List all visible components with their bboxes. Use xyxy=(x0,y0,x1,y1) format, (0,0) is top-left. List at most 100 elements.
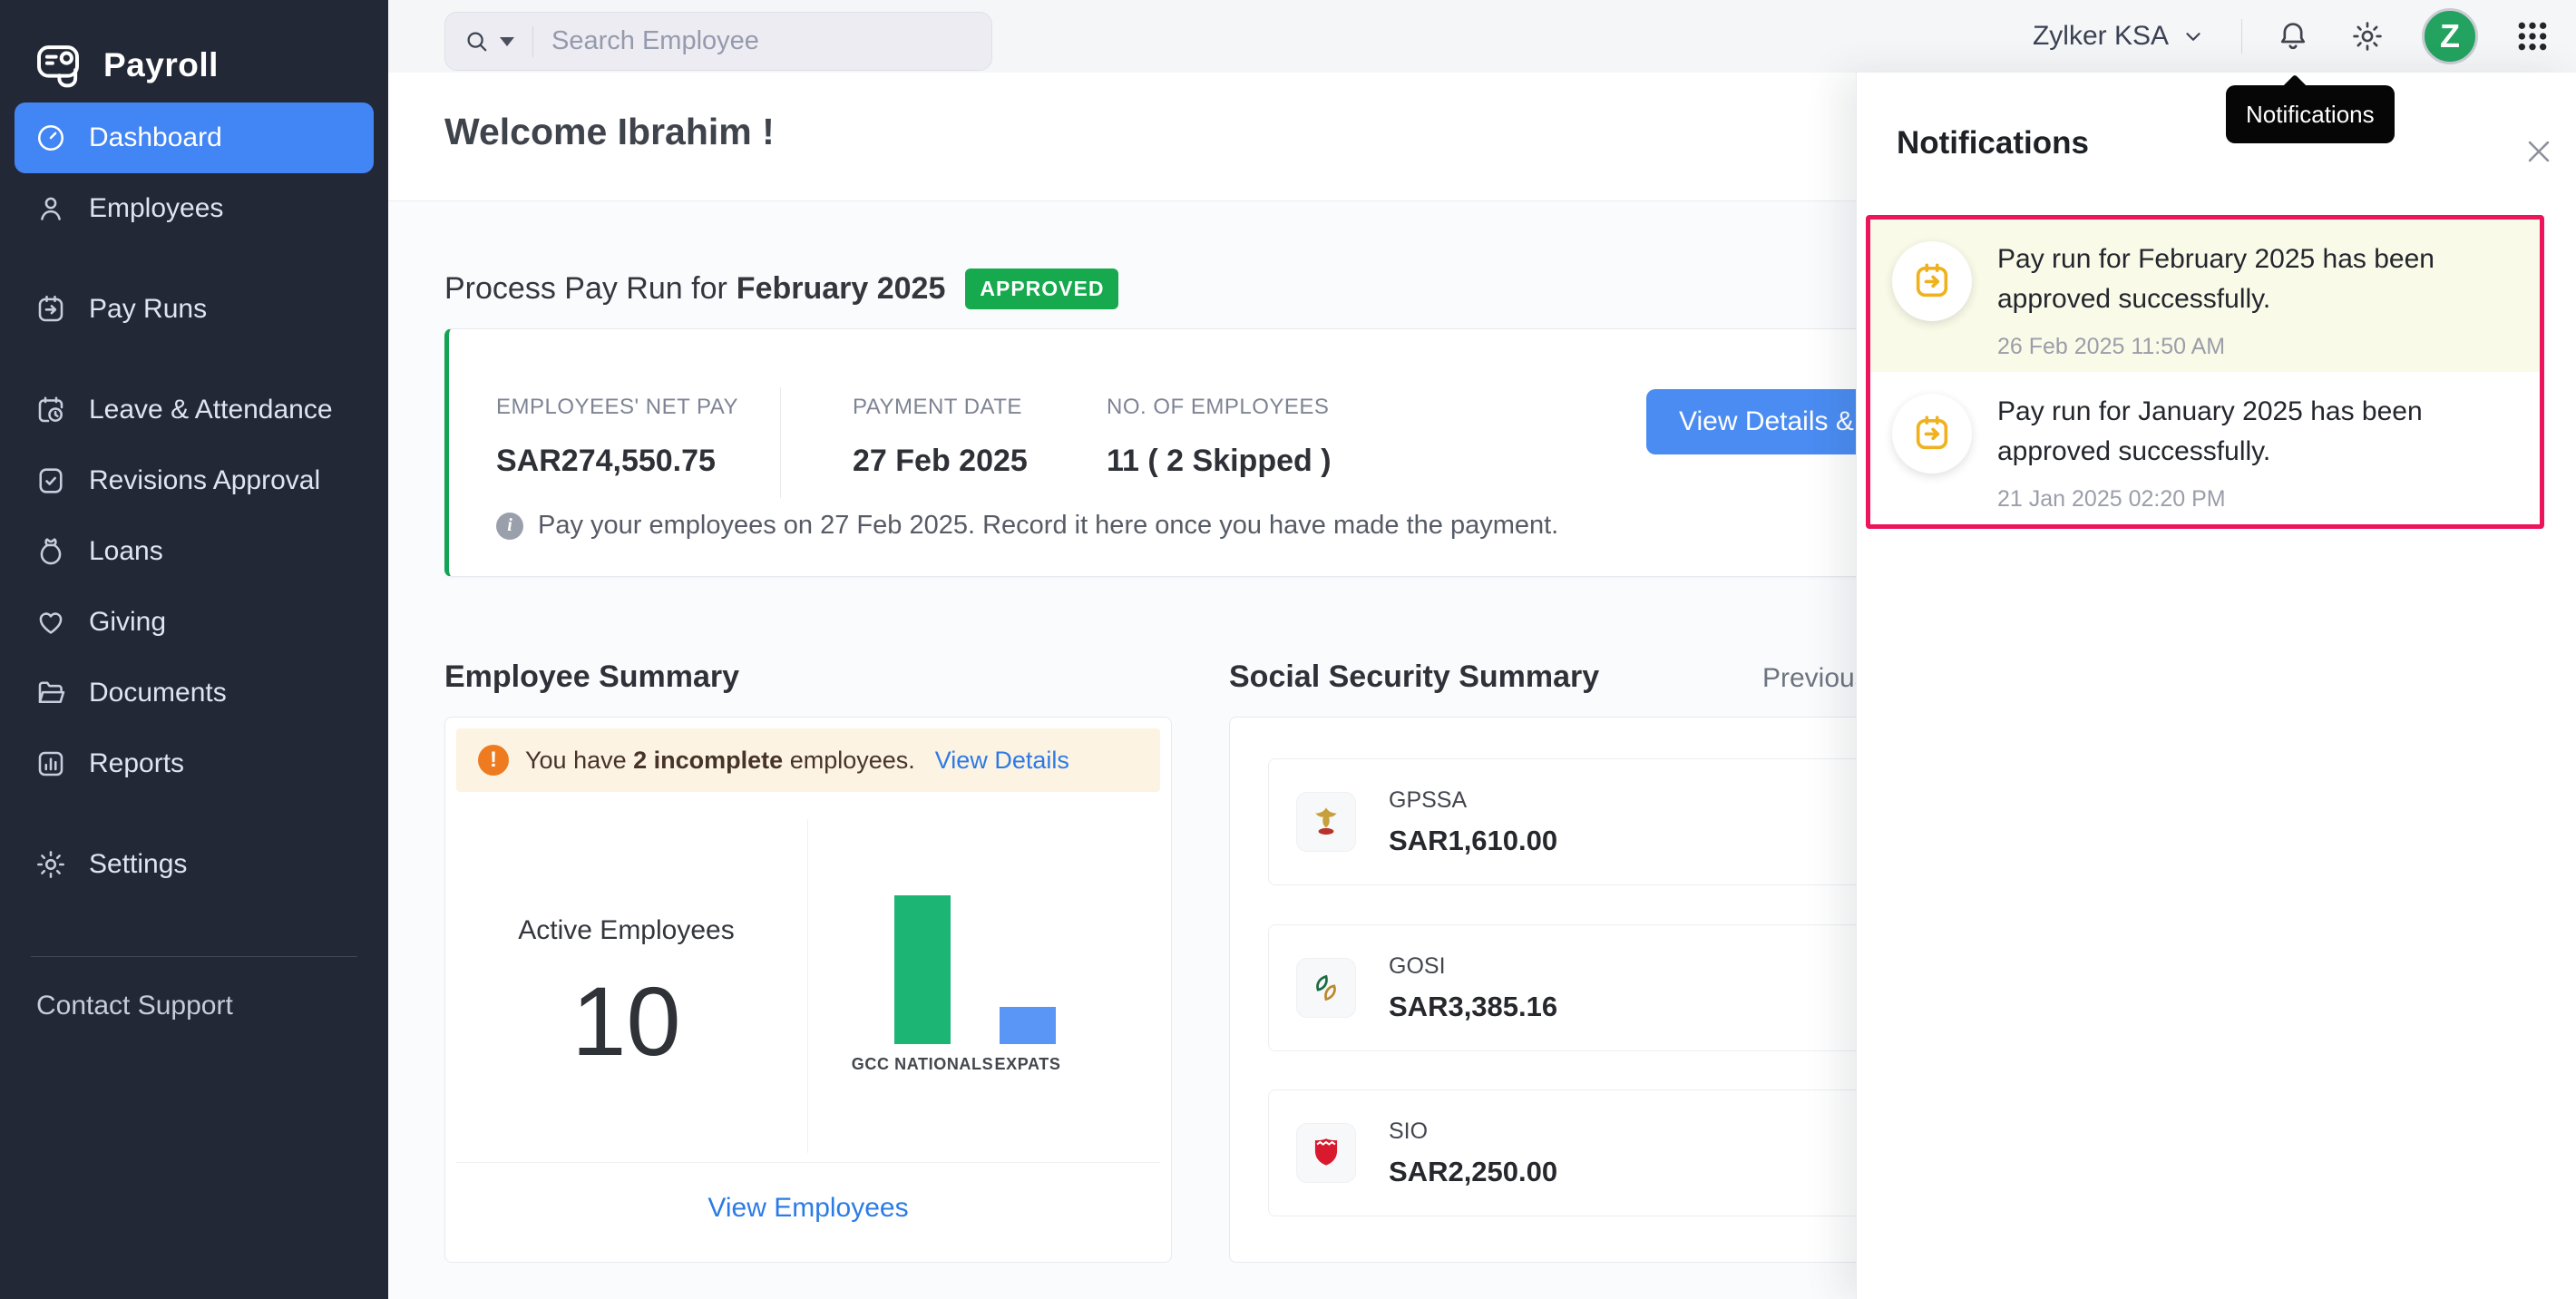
settings-button[interactable] xyxy=(2347,16,2387,56)
chevron-down-icon xyxy=(2186,33,2200,41)
summary-divider xyxy=(807,819,808,1153)
sidebar: Payroll Dashboard Employees Pay Runs Lea… xyxy=(0,0,388,1299)
search-scope-caret-icon[interactable] xyxy=(500,36,514,46)
sidebar-item-label: Revisions Approval xyxy=(89,465,321,495)
page-title: Welcome Ibrahim ! xyxy=(444,111,775,152)
tooltip-text: Notifications xyxy=(2246,101,2375,128)
topbar-divider xyxy=(2241,19,2242,54)
view-details-link[interactable]: View Details xyxy=(935,747,1069,775)
sidebar-item-label: Pay Runs xyxy=(89,294,208,324)
search-icon xyxy=(467,32,487,51)
stat-value: 11 ( 2 Skipped ) xyxy=(1107,444,1332,478)
notification-item[interactable]: Pay run for February 2025 has been appro… xyxy=(1870,220,2540,372)
stat-value: SAR274,550.75 xyxy=(496,444,716,478)
heart-icon xyxy=(39,612,63,634)
previous-period-selector[interactable]: Previous xyxy=(1762,663,1869,694)
sidebar-item-label: Reports xyxy=(89,748,185,778)
sio-logo-icon xyxy=(1296,1123,1356,1183)
ss-amount: SAR2,250.00 xyxy=(1389,1155,1558,1187)
ss-name: GOSI xyxy=(1389,952,1446,979)
sidebar-item-label: Loans xyxy=(89,536,163,566)
ss-amount: SAR1,610.00 xyxy=(1389,824,1558,856)
warning-text: You have 2 incomplete employees. xyxy=(525,746,915,774)
sidebar-item-documents[interactable]: Documents xyxy=(15,658,374,728)
bar-expats xyxy=(1000,1007,1056,1044)
person-icon xyxy=(41,197,61,220)
org-name: Zylker KSA xyxy=(2032,21,2169,51)
pay-run-notification-icon xyxy=(1892,241,1972,321)
money-bag-icon xyxy=(40,538,62,565)
notification-item[interactable]: Pay run for January 2025 has been approv… xyxy=(1870,372,2540,524)
ss-row-text: GPSSA SAR1,610.00 xyxy=(1389,787,1557,857)
sidebar-item-reports[interactable]: Reports xyxy=(15,728,374,799)
stat-employee-count: NO. OF EMPLOYEES 11 ( 2 Skipped ) xyxy=(1107,395,1332,479)
grid-dots-icon xyxy=(2518,22,2547,51)
contact-support-link[interactable]: Contact Support xyxy=(36,991,233,1021)
view-employees-link[interactable]: View Employees xyxy=(445,1193,1171,1224)
social-security-title: Social Security Summary xyxy=(1229,659,1600,694)
pay-run-notification-icon xyxy=(1892,394,1972,474)
employee-summary-title: Employee Summary xyxy=(444,659,740,694)
stat-label: EMPLOYEES' NET PAY xyxy=(496,395,738,419)
gpssa-logo-icon xyxy=(1296,792,1356,852)
sidebar-item-label: Documents xyxy=(89,678,227,708)
bell-icon xyxy=(2280,23,2306,50)
user-avatar[interactable]: Z xyxy=(2422,8,2478,64)
notifications-highlight-box: Pay run for February 2025 has been appro… xyxy=(1866,215,2544,529)
notifications-tooltip: Notifications xyxy=(2226,73,2395,143)
gear-icon xyxy=(37,851,64,878)
incomplete-warning-banner: ! You have 2 incomplete employees. View … xyxy=(456,728,1160,792)
sidebar-item-loans[interactable]: Loans xyxy=(15,516,374,587)
stat-label: NO. OF EMPLOYEES xyxy=(1107,395,1330,419)
close-icon[interactable] xyxy=(2523,136,2554,167)
ss-name: SIO xyxy=(1389,1118,1429,1144)
pay-run-icon xyxy=(38,295,63,322)
search-input[interactable] xyxy=(551,26,973,56)
info-icon: i xyxy=(496,512,523,540)
sidebar-item-label: Dashboard xyxy=(89,122,222,152)
app-grid-button[interactable] xyxy=(2514,18,2551,54)
active-employees-label: Active Employees xyxy=(518,915,735,945)
ss-name: GPSSA xyxy=(1389,786,1468,813)
payrun-info: i Pay your employees on 27 Feb 2025. Rec… xyxy=(496,511,1558,541)
ss-row-text: SIO SAR2,250.00 xyxy=(1389,1118,1557,1188)
sidebar-item-revisions-approval[interactable]: Revisions Approval xyxy=(15,445,374,516)
bar-chart-icon xyxy=(38,751,63,776)
folder-icon xyxy=(38,681,65,704)
org-selector[interactable]: Zylker KSA xyxy=(2033,21,2205,52)
payroll-logo-icon xyxy=(37,44,79,87)
stat-net-pay: EMPLOYEES' NET PAY SAR274,550.75 xyxy=(496,395,738,479)
notification-timestamp: 26 Feb 2025 11:50 AM xyxy=(1997,334,2226,359)
notifications-panel-title: Notifications xyxy=(1897,125,2089,161)
search-divider xyxy=(532,25,533,57)
sidebar-item-label: Leave & Attendance xyxy=(89,395,333,425)
stat-value: 27 Feb 2025 xyxy=(853,444,1028,478)
ss-row-text: GOSI SAR3,385.16 xyxy=(1389,953,1557,1023)
sidebar-item-label: Settings xyxy=(89,849,188,879)
search-box[interactable] xyxy=(444,12,992,71)
card-divider xyxy=(456,1162,1160,1163)
notification-message: Pay run for January 2025 has been approv… xyxy=(1997,396,2423,466)
sidebar-divider xyxy=(31,956,357,957)
app-title: Payroll xyxy=(103,45,219,83)
stat-divider xyxy=(780,387,781,498)
payrun-info-text: Pay your employees on 27 Feb 2025. Recor… xyxy=(538,511,1559,540)
employee-summary-card: ! You have 2 incomplete employees. View … xyxy=(444,717,1172,1263)
payrun-heading: Process Pay Run for February 2025 APPROV… xyxy=(444,269,1119,309)
gosi-logo-icon xyxy=(1296,958,1356,1018)
stat-payment-date: PAYMENT DATE 27 Feb 2025 xyxy=(853,395,1028,479)
approval-check-icon xyxy=(39,468,63,493)
sidebar-item-employees[interactable]: Employees xyxy=(15,173,374,244)
sidebar-item-leave-attendance[interactable]: Leave & Attendance xyxy=(15,375,374,445)
ss-amount: SAR3,385.16 xyxy=(1389,990,1558,1022)
notifications-panel: Notifications Pay run for February 2025 … xyxy=(1856,73,2576,1299)
notifications-bell-button[interactable] xyxy=(2273,16,2313,56)
sidebar-item-pay-runs[interactable]: Pay Runs xyxy=(15,274,374,345)
bar-label-expats: EXPATS xyxy=(994,1055,1061,1073)
sidebar-item-giving[interactable]: Giving xyxy=(15,587,374,658)
sidebar-item-dashboard[interactable]: Dashboard xyxy=(15,103,374,173)
sidebar-item-label: Giving xyxy=(89,607,167,637)
sidebar-item-settings[interactable]: Settings xyxy=(15,829,374,900)
active-employees-count: 10 xyxy=(571,966,681,1076)
sidebar-item-label: Employees xyxy=(89,193,224,223)
